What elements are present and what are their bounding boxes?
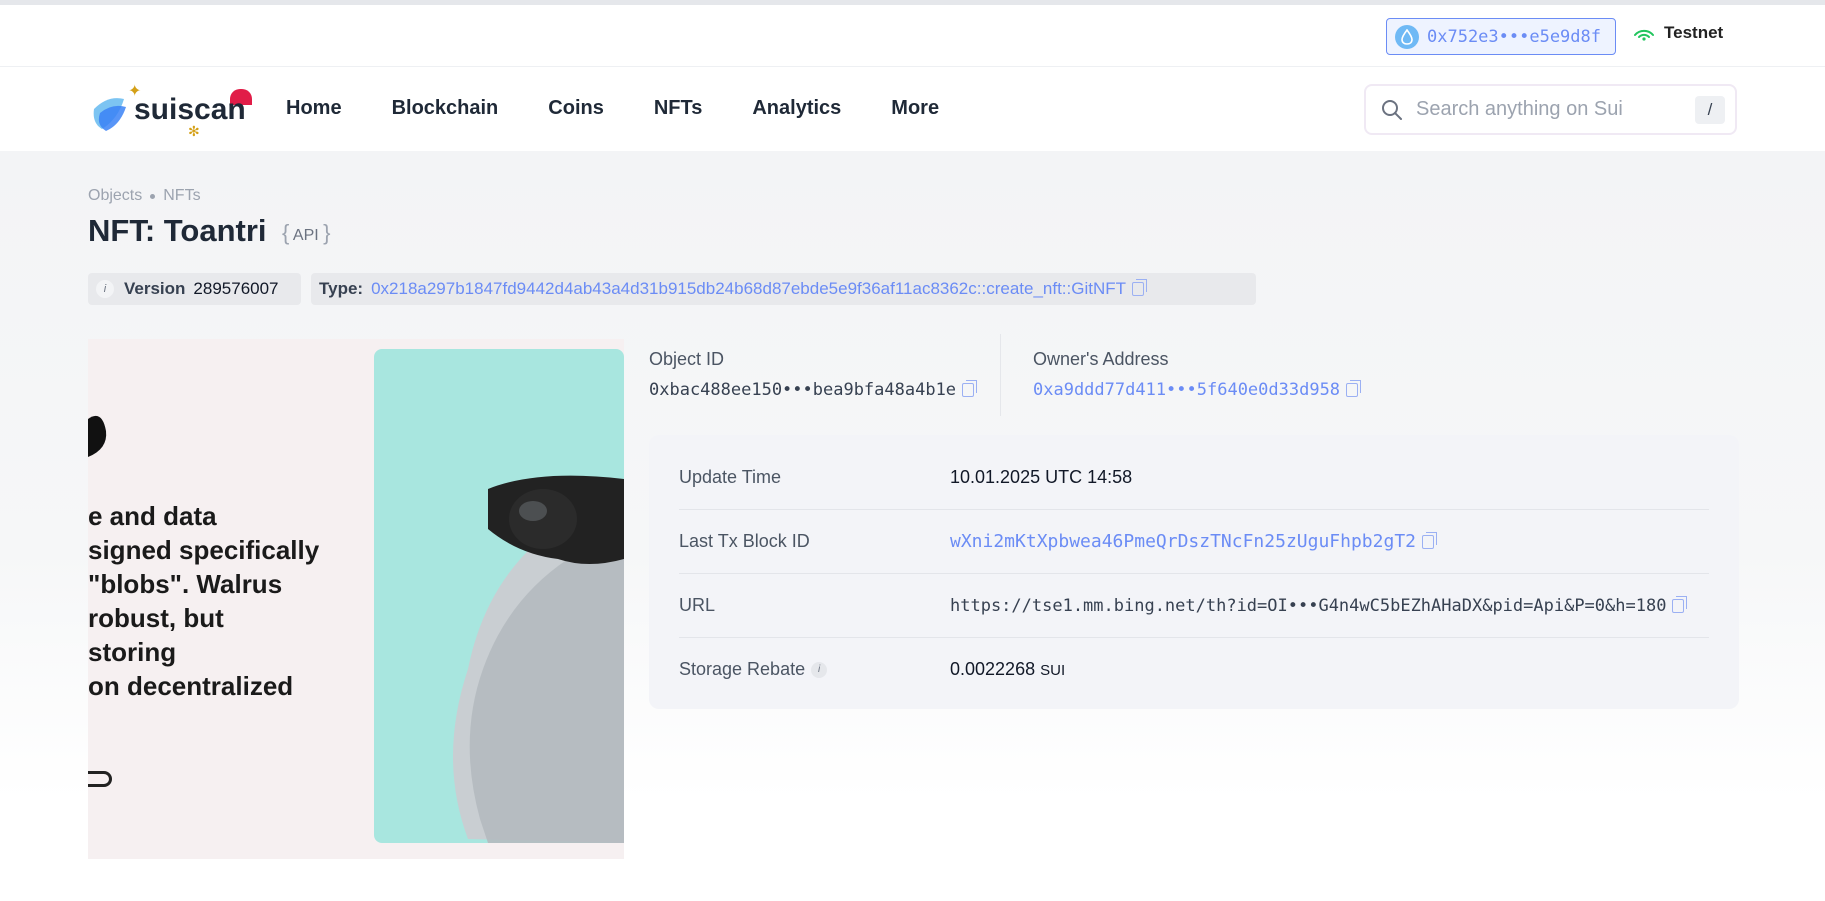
detail-row-update-time: Update Time 10.01.2025 UTC 14:58 — [679, 445, 1709, 509]
top-bar: 0x752e3•••e5e9d8f Testnet — [0, 5, 1825, 67]
brace-open-icon: { — [282, 220, 290, 245]
detail-value: 10.01.2025 UTC 14:58 — [950, 466, 1133, 487]
type-chip: Type: 0x218a297b1847fd9442d4ab43a4d31b91… — [311, 273, 1256, 305]
object-id-block: Object ID 0xbac488ee150•••bea9bfa48a4b1e — [649, 349, 978, 400]
nav-menu: Home Blockchain Coins NFTs Analytics Mor… — [286, 97, 939, 120]
detail-label: Update Time — [679, 466, 782, 487]
detail-value-row: 0.0022268 SUI — [950, 659, 1065, 680]
nft-text-line: signed specifically — [88, 535, 320, 565]
nft-text-line: e and data — [88, 501, 217, 531]
version-value: 289576007 — [193, 279, 279, 298]
nav-item-coins[interactable]: Coins — [548, 97, 604, 120]
copy-icon[interactable] — [962, 380, 978, 397]
url-value: https://tse1.mm.bing.net/th?id=OI•••G4n4… — [950, 595, 1667, 616]
info-icon[interactable]: i — [811, 661, 828, 678]
owner-address-label: Owner's Address — [1033, 349, 1169, 369]
nft-text-line: "blobs". Walrus — [88, 569, 283, 599]
detail-value-row: https://tse1.mm.bing.net/th?id=OI•••G4n4… — [950, 595, 1688, 616]
detail-row-storage-rebate: Storage Rebate i 0.0022268 SUI — [679, 637, 1709, 701]
object-id-value: 0xbac488ee150•••bea9bfa48a4b1e — [649, 380, 957, 400]
nav-item-blockchain[interactable]: Blockchain — [392, 97, 499, 120]
nft-image: e and data signed specifically "blobs". … — [88, 339, 624, 859]
storage-rebate-value: 0.0022268 — [950, 659, 1036, 679]
detail-label: Storage Rebate — [679, 659, 806, 679]
version-chip: i Version 289576007 — [88, 273, 301, 305]
main-nav: ✦ ✻ suiscan Home Blockchain Coins NFTs A… — [0, 67, 1825, 151]
search-placeholder: Search anything on Sui — [1416, 98, 1623, 120]
sui-drop-icon — [1395, 24, 1419, 49]
detail-label: URL — [679, 595, 716, 615]
owner-address-row: 0xa9ddd77d411•••5f640e0d33d958 — [1033, 380, 1362, 400]
network-label: Testnet — [1664, 23, 1724, 42]
page-content: Objects NFTs NFT: Toantri { API } i Vers… — [0, 151, 1825, 901]
nft-footer-logo-icon — [88, 771, 112, 787]
last-tx-link[interactable]: wXni2mKtXpbwea46PmeQrDszTNcFn25zUguFhpb2… — [950, 531, 1416, 552]
detail-row-url: URL https://tse1.mm.bing.net/th?id=OI•••… — [679, 573, 1709, 637]
nft-image-text: e and data signed specifically "blobs". … — [88, 499, 319, 703]
owner-address-link[interactable]: 0xa9ddd77d411•••5f640e0d33d958 — [1033, 380, 1340, 400]
logo-wordmark: suiscan — [134, 93, 246, 126]
network-selector[interactable]: Testnet — [1632, 23, 1723, 43]
page-title: NFT: Toantri — [88, 213, 267, 248]
search-input[interactable]: Search anything on Sui / — [1364, 84, 1737, 135]
nav-item-nfts[interactable]: NFTs — [654, 97, 703, 120]
owner-address-block: Owner's Address 0xa9ddd77d411•••5f640e0d… — [1033, 349, 1362, 400]
suiscan-logo[interactable]: ✦ ✻ suiscan — [88, 81, 258, 139]
nft-text-line: on decentralized — [88, 671, 294, 701]
info-icon[interactable]: i — [96, 280, 114, 298]
nft-text-line: robust, but — [88, 603, 224, 633]
api-link[interactable]: { API } — [282, 220, 331, 246]
storage-rebate-unit: SUI — [1040, 662, 1066, 679]
version-label: Version — [124, 279, 186, 298]
search-shortcut-key: / — [1695, 96, 1725, 124]
object-id-label: Object ID — [649, 349, 725, 369]
wallet-button[interactable]: 0x752e3•••e5e9d8f — [1386, 18, 1616, 55]
type-label: Type: — [319, 279, 364, 298]
type-value-link[interactable]: 0x218a297b1847fd9442d4ab43a4d31b915db24b… — [371, 279, 1126, 299]
breadcrumb-nfts[interactable]: NFTs — [163, 187, 200, 205]
brace-close-icon: } — [323, 220, 331, 245]
divider — [1000, 334, 1001, 416]
nav-item-home[interactable]: Home — [286, 97, 342, 120]
signal-icon — [1634, 29, 1654, 41]
nft-text-line: storing — [88, 637, 177, 667]
breadcrumb: Objects NFTs — [88, 187, 201, 205]
search-icon — [1382, 99, 1402, 120]
nav-item-analytics[interactable]: Analytics — [752, 97, 841, 120]
object-id-row: 0xbac488ee150•••bea9bfa48a4b1e — [649, 380, 978, 400]
detail-row-last-tx: Last Tx Block ID wXni2mKtXpbwea46PmeQrDs… — [679, 509, 1709, 573]
copy-icon[interactable] — [1672, 595, 1688, 613]
copy-icon[interactable] — [1346, 380, 1362, 397]
api-label: API — [292, 227, 319, 244]
breadcrumb-separator — [150, 193, 156, 199]
wallet-address: 0x752e3•••e5e9d8f — [1427, 26, 1601, 47]
nav-item-more[interactable]: More — [891, 97, 939, 120]
breadcrumb-objects[interactable]: Objects — [88, 187, 142, 205]
detail-label-row: Storage Rebate i — [679, 659, 950, 680]
copy-icon[interactable] — [1422, 532, 1437, 549]
detail-value-row: wXni2mKtXpbwea46PmeQrDszTNcFn25zUguFhpb2… — [950, 531, 1437, 552]
detail-label: Last Tx Block ID — [679, 531, 810, 551]
copy-icon[interactable] — [1132, 279, 1148, 296]
details-card: Update Time 10.01.2025 UTC 14:58 Last Tx… — [649, 435, 1739, 709]
